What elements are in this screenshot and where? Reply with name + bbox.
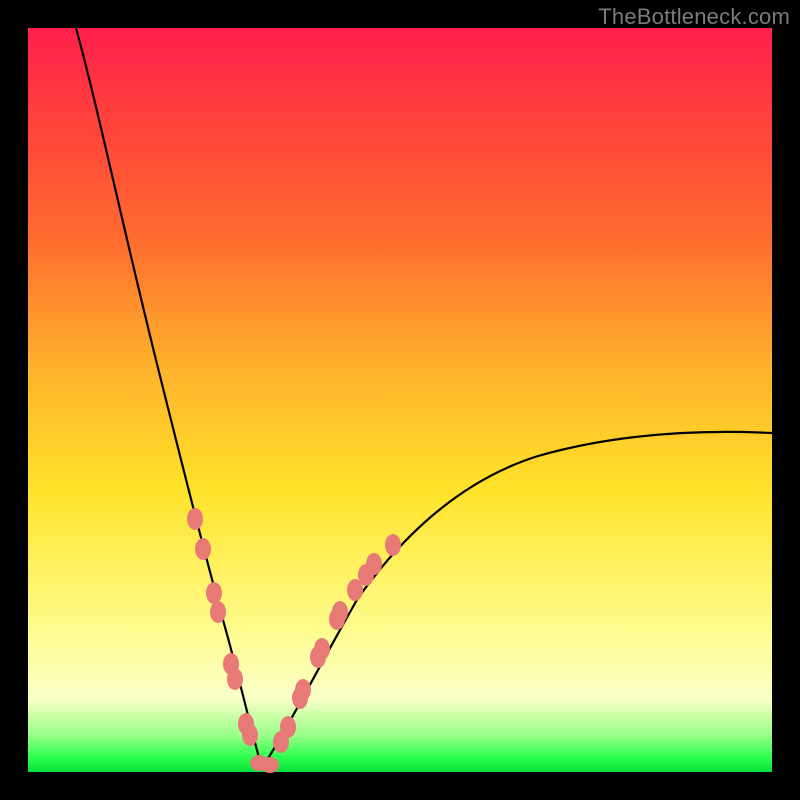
curve-layer: [28, 28, 772, 772]
marker-point: [280, 716, 296, 738]
marker-point: [206, 582, 222, 604]
marker-point: [210, 601, 226, 623]
marker-point: [195, 538, 211, 560]
plot-area: [28, 28, 772, 772]
marker-point: [242, 724, 258, 746]
marker-point: [314, 638, 330, 660]
marker-group: [187, 508, 401, 773]
chart-frame: TheBottleneck.com: [0, 0, 800, 800]
marker-point: [295, 679, 311, 701]
marker-point: [187, 508, 203, 530]
marker-point: [227, 668, 243, 690]
watermark-text: TheBottleneck.com: [598, 4, 790, 30]
marker-point: [366, 553, 382, 575]
marker-point: [261, 757, 279, 773]
marker-point: [332, 601, 348, 623]
marker-point: [385, 534, 401, 556]
bottleneck-curve-right: [262, 432, 772, 768]
